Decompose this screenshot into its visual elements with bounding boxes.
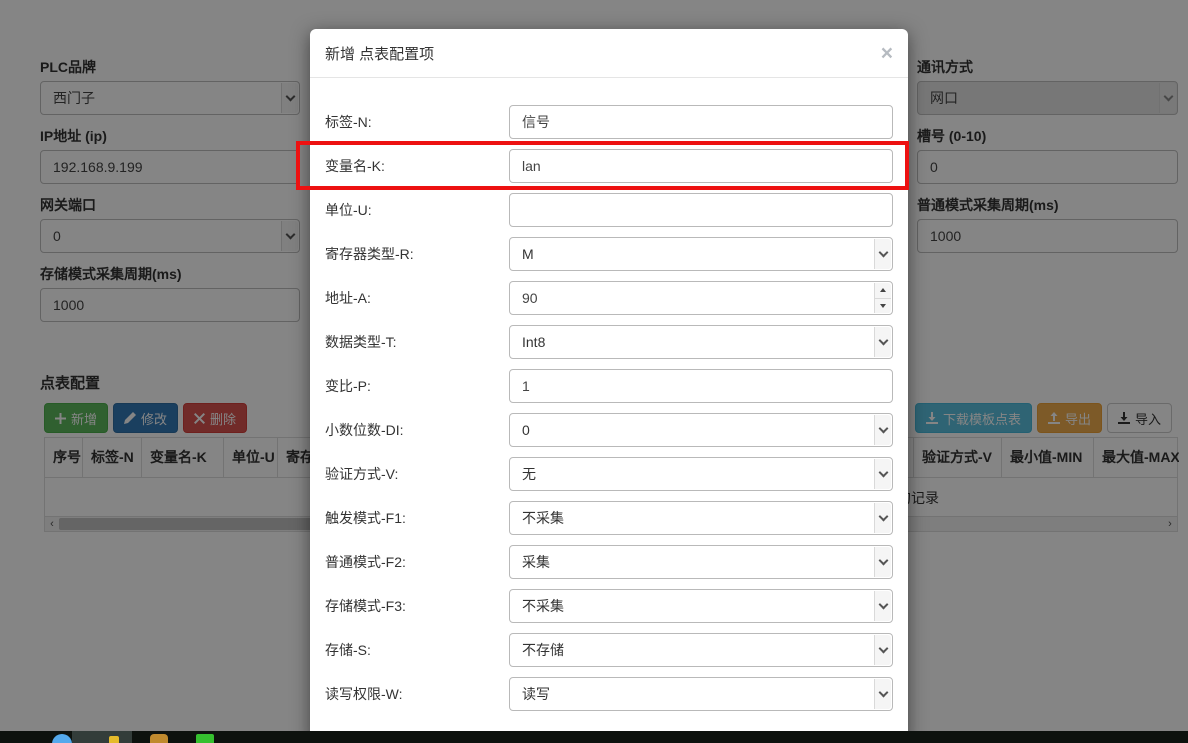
modal-field-row: 标签-N: bbox=[325, 105, 893, 139]
close-icon[interactable]: × bbox=[881, 43, 893, 64]
modal-field-label: 变量名-K: bbox=[325, 156, 509, 176]
spinner-up-icon[interactable] bbox=[880, 288, 886, 292]
modal-field-row: 变比-P: bbox=[325, 369, 893, 403]
modal-field-row: 验证方式-V: 无 bbox=[325, 457, 893, 491]
modal-field-select-11[interactable]: 不采集 bbox=[509, 589, 893, 623]
chevron-down-icon bbox=[874, 591, 891, 621]
modal-field-select-10[interactable]: 采集 bbox=[509, 545, 893, 579]
modal-body: 标签-N: 变量名-K: 单位-U: 寄存器类型-R: M 地址-A: 数据类型… bbox=[310, 78, 908, 731]
select-value: 0 bbox=[510, 414, 892, 446]
modal-title: 新增 点表配置项 bbox=[325, 43, 434, 64]
chevron-down-icon bbox=[874, 327, 891, 357]
chevron-down-icon bbox=[874, 635, 891, 665]
modal-field-label: 数据类型-T: bbox=[325, 332, 509, 352]
select-value: 无 bbox=[510, 458, 892, 490]
modal-field-row: 小数位数-DI: 0 bbox=[325, 413, 893, 447]
modal-field-row: 触发模式-F1: 不采集 bbox=[325, 501, 893, 535]
select-value: 不存储 bbox=[510, 634, 892, 666]
modal-field-label: 普通模式-F2: bbox=[325, 552, 509, 572]
select-value: 不采集 bbox=[510, 590, 892, 622]
modal-field-select-5[interactable]: Int8 bbox=[509, 325, 893, 359]
taskbar-app-icon[interactable] bbox=[150, 734, 168, 743]
modal-field-row: 存储-S: 不存储 bbox=[325, 633, 893, 667]
modal-field-label: 单位-U: bbox=[325, 200, 509, 220]
select-value: M bbox=[510, 238, 892, 270]
taskbar-active-app[interactable] bbox=[72, 731, 132, 743]
modal-field-label: 存储模式-F3: bbox=[325, 596, 509, 616]
modal-field-select-12[interactable]: 不存储 bbox=[509, 633, 893, 667]
modal-field-number-4[interactable] bbox=[509, 281, 893, 315]
modal-field-text-6[interactable] bbox=[509, 369, 893, 403]
select-value: Int8 bbox=[510, 326, 892, 358]
taskbar-app-icon[interactable] bbox=[109, 736, 119, 743]
modal-field-label: 变比-P: bbox=[325, 376, 509, 396]
spinner-down-icon[interactable] bbox=[880, 304, 886, 308]
modal-field-row: 寄存器类型-R: M bbox=[325, 237, 893, 271]
chevron-down-icon bbox=[874, 679, 891, 709]
modal-field-row: 数据类型-T: Int8 bbox=[325, 325, 893, 359]
select-value: 读写 bbox=[510, 678, 892, 710]
modal-field-select-7[interactable]: 0 bbox=[509, 413, 893, 447]
modal-field-select-13[interactable]: 读写 bbox=[509, 677, 893, 711]
add-point-config-modal: 新增 点表配置项 × 标签-N: 变量名-K: 单位-U: 寄存器类型-R: M… bbox=[310, 29, 908, 743]
modal-field-input[interactable] bbox=[510, 282, 892, 314]
chevron-down-icon bbox=[874, 459, 891, 489]
modal-field-row: 普通模式-F2: 采集 bbox=[325, 545, 893, 579]
os-taskbar[interactable] bbox=[0, 731, 1188, 743]
chevron-down-icon bbox=[874, 239, 891, 269]
select-value: 不采集 bbox=[510, 502, 892, 534]
chevron-down-icon bbox=[874, 415, 891, 445]
modal-field-label: 触发模式-F1: bbox=[325, 508, 509, 528]
modal-field-label: 读写权限-W: bbox=[325, 684, 509, 704]
modal-field-text-0[interactable] bbox=[509, 105, 893, 139]
modal-field-label: 地址-A: bbox=[325, 288, 509, 308]
modal-field-text-2[interactable] bbox=[509, 193, 893, 227]
modal-field-select-8[interactable]: 无 bbox=[509, 457, 893, 491]
modal-field-row: 地址-A: bbox=[325, 281, 893, 315]
modal-field-label: 寄存器类型-R: bbox=[325, 244, 509, 264]
modal-field-label: 小数位数-DI: bbox=[325, 420, 509, 440]
modal-field-row: 读写权限-W: 读写 bbox=[325, 677, 893, 711]
modal-field-label: 存储-S: bbox=[325, 640, 509, 660]
modal-field-row: 变量名-K: bbox=[325, 149, 893, 183]
chevron-down-icon bbox=[874, 503, 891, 533]
taskbar-app-icon[interactable] bbox=[196, 734, 214, 743]
modal-field-label: 验证方式-V: bbox=[325, 464, 509, 484]
number-spinner[interactable] bbox=[874, 283, 891, 313]
modal-field-select-9[interactable]: 不采集 bbox=[509, 501, 893, 535]
modal-field-label: 标签-N: bbox=[325, 112, 509, 132]
modal-field-text-1[interactable] bbox=[509, 149, 893, 183]
select-value: 采集 bbox=[510, 546, 892, 578]
modal-field-row: 单位-U: bbox=[325, 193, 893, 227]
modal-field-input[interactable] bbox=[510, 194, 892, 226]
modal-header: 新增 点表配置项 × bbox=[310, 29, 908, 78]
chevron-down-icon bbox=[874, 547, 891, 577]
modal-field-input[interactable] bbox=[510, 370, 892, 402]
modal-field-select-3[interactable]: M bbox=[509, 237, 893, 271]
taskbar-app-icon[interactable] bbox=[52, 734, 72, 743]
modal-field-row: 存储模式-F3: 不采集 bbox=[325, 589, 893, 623]
modal-field-input[interactable] bbox=[510, 106, 892, 138]
modal-field-input[interactable] bbox=[510, 150, 892, 182]
